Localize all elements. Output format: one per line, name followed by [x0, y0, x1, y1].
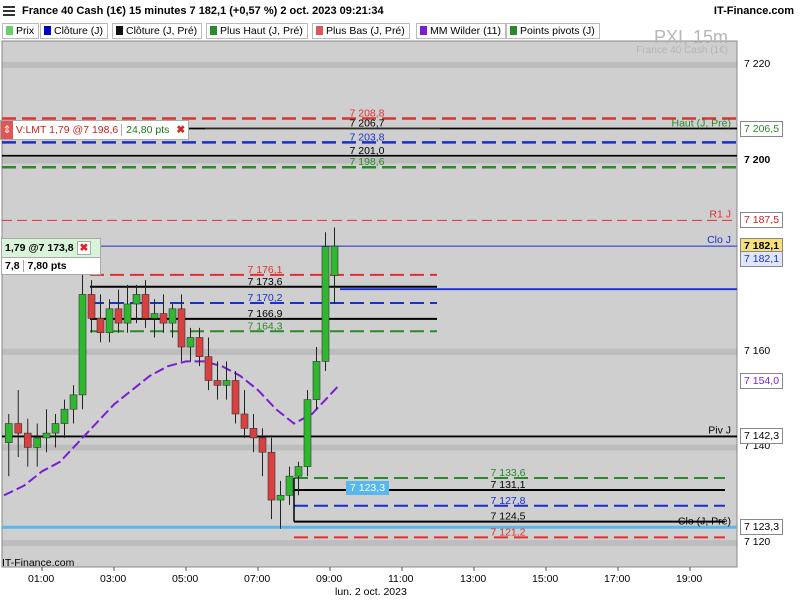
candle-body: [123, 303, 132, 324]
candle-body: [33, 437, 42, 448]
pivot-box-label: 7 166,9: [247, 308, 282, 320]
candle-body: [114, 308, 123, 324]
pivot-box-label: 7 124,5: [490, 511, 525, 523]
candle-body: [4, 423, 13, 443]
candle-body: [51, 423, 60, 434]
candle-body: [132, 294, 141, 305]
candle-body: [222, 380, 231, 386]
candle-body: [294, 466, 303, 477]
y-tick-label: 7 160: [744, 344, 771, 357]
candle-body: [186, 337, 195, 348]
y-tick-label: 7 200: [744, 153, 771, 166]
x-tick-label: 09:00: [316, 573, 343, 585]
candle-body: [60, 408, 69, 424]
pivot-box-label: 7 176,1: [247, 264, 282, 276]
x-tick-label: 19:00: [676, 573, 703, 585]
position-qty: 7,8: [5, 260, 20, 272]
x-tick-label: 13:00: [460, 573, 487, 585]
x-tick-label: 11:00: [388, 573, 414, 585]
price-label: 7 142,3: [740, 428, 784, 445]
date-label: lun. 2 oct. 2023: [335, 586, 407, 598]
x-tick-label: 01:00: [28, 573, 55, 585]
level-name: Clo J: [707, 234, 731, 246]
candle-body: [23, 432, 32, 448]
footer-brand: IT-Finance.com: [2, 557, 75, 569]
candle-body: [14, 423, 23, 434]
level-name: Piv J: [708, 424, 731, 436]
order-close-icon[interactable]: ✖: [173, 121, 188, 139]
x-tick-label: 05:00: [172, 573, 199, 585]
candle-body: [285, 475, 294, 496]
candle-body: [249, 428, 258, 439]
y-tick-label: 7 120: [744, 536, 771, 549]
candle-body: [312, 361, 321, 400]
watermark-main: PXI, 15m: [654, 27, 728, 47]
candle-body: [69, 394, 78, 410]
price-label: 7 154,0: [740, 372, 784, 389]
candle-body: [141, 294, 150, 319]
candle-body: [321, 246, 330, 362]
pivot-box-label: 7 133,6: [490, 467, 525, 479]
order-box[interactable]: ⇕ V:LMT 1,79 @7 198,6 24,80 pts ✖: [0, 120, 190, 140]
pivot-box-label: 7 173,6: [247, 276, 282, 288]
candle-body: [276, 494, 285, 501]
price-label: 7 206,5: [740, 121, 784, 138]
x-tick-label: 07:00: [244, 573, 271, 585]
position-close-icon[interactable]: ✖: [76, 241, 92, 255]
candle-body: [213, 380, 222, 386]
watermark-sub: France 40 Cash (1€): [636, 45, 728, 56]
order-handle-icon[interactable]: ⇕: [1, 121, 13, 139]
haut-label: Haut (J, Pré): [671, 117, 731, 129]
candle-body: [87, 294, 96, 319]
pivot-box-label: 7 127,8: [490, 495, 525, 507]
position-pts: 7,80 pts: [22, 260, 67, 272]
level-label: 7 201,0: [349, 145, 384, 157]
candle-body: [231, 380, 240, 415]
x-tick-label: 17:00: [604, 573, 631, 585]
candle-body: [78, 294, 87, 396]
level-label: 7 206,7: [349, 118, 384, 130]
level-label: 7 203,8: [349, 131, 384, 143]
pivot-box-label: 7 131,1: [490, 479, 525, 491]
candle-body: [204, 356, 213, 381]
candle-body: [303, 399, 312, 467]
candle-body: [240, 413, 249, 429]
candle-body: [168, 308, 177, 324]
x-tick-label: 03:00: [100, 573, 127, 585]
candle-body: [195, 337, 204, 357]
candle-body: [105, 308, 114, 333]
candle-body: [96, 318, 105, 333]
candle-body: [159, 313, 168, 324]
candle-body: [330, 245, 339, 276]
price-label: 7 182,1: [740, 250, 784, 267]
candle-body: [258, 437, 267, 453]
pivot-box-label: 7 164,3: [247, 320, 282, 332]
candle-body: [177, 308, 186, 348]
price-chart[interactable]: PXI, 15mFrance 40 Cash (1€)7 208,87 206,…: [0, 0, 800, 600]
level-label: 7 198,6: [349, 156, 384, 168]
y-tick-label: 7 220: [744, 57, 771, 70]
price-label: 7 123,3: [740, 519, 784, 536]
level-name: R1 J: [709, 208, 731, 220]
candle-body: [150, 313, 159, 319]
order-pts: 24,80 pts: [121, 124, 174, 136]
candle-body: [267, 451, 276, 501]
position-text: 1,79 @7 173,8: [5, 242, 74, 254]
position-box[interactable]: 1,79 @7 173,8 ✖ 7,8 7,80 pts: [1, 238, 101, 275]
x-tick-label: 15:00: [532, 573, 559, 585]
clo-callout: 7 123,3: [346, 481, 390, 495]
price-label: 7 187,5: [740, 212, 784, 229]
pivot-box-label: 7 170,2: [247, 292, 282, 304]
order-text: V:LMT 1,79 @7 198,6: [15, 124, 119, 136]
pivot-box-label: 7 121,2: [490, 526, 525, 538]
candle-body: [42, 432, 51, 439]
